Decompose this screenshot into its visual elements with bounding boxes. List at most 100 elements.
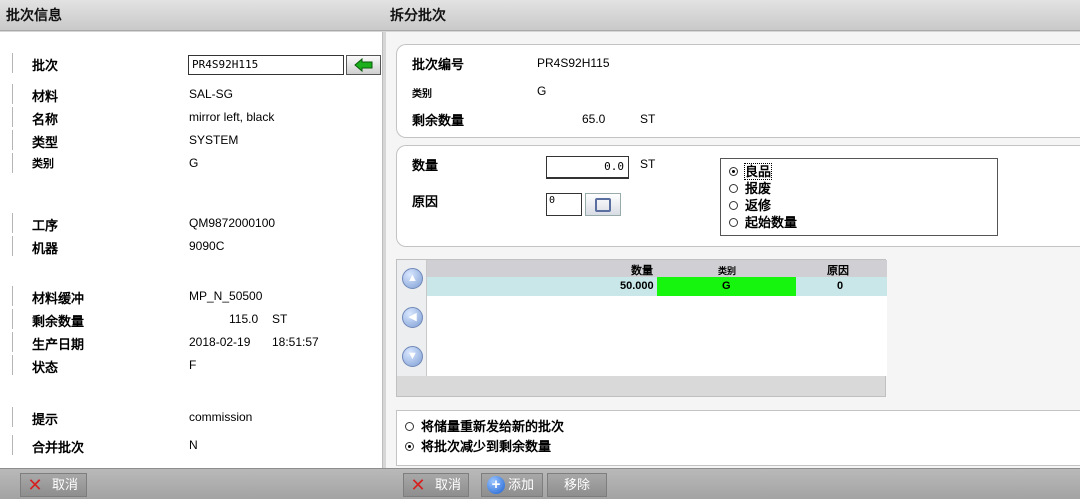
info-row: 类型 SYSTEM	[0, 130, 383, 150]
status-radio-group: 良品 报废返修起始数量	[720, 158, 998, 236]
info-unit: ST	[272, 312, 288, 326]
reason-label: 原因	[412, 194, 439, 209]
cancel-button[interactable]: ✕ 取消	[403, 473, 469, 497]
mode-option[interactable]: 将批次减少到剩余数量	[405, 437, 564, 457]
info-value: 9090C	[189, 239, 225, 253]
radio-icon	[405, 422, 414, 431]
info-value: SAL-SG	[189, 87, 234, 101]
grid-header-reason[interactable]: 原因	[827, 262, 849, 278]
status-option-label: 报废	[745, 181, 772, 196]
split-batch-panel: 批次编号 PR4S92H115 类别 G 剩余数量 65.0 ST 数量 0.0…	[386, 32, 1080, 468]
radio-icon	[729, 184, 738, 193]
info-label: 合并批次	[32, 440, 85, 455]
status-option[interactable]: 起始数量	[729, 214, 997, 231]
radio-icon	[405, 442, 414, 451]
row-marker	[12, 236, 13, 256]
info-row: 提示 commission	[0, 407, 383, 427]
status-option[interactable]: 返修	[729, 197, 997, 214]
remaining-unit: ST	[640, 112, 656, 126]
info-value: N	[189, 438, 198, 452]
info-value: QM9872000100	[189, 216, 276, 230]
batch-info-panel: 批次 PR4S92H115 材料 SAL-SG 名称 mirror left, bla…	[0, 32, 383, 468]
remove-label: 移除	[564, 477, 591, 492]
info-label: 工序	[32, 218, 59, 233]
info-value: mirror left, black	[189, 110, 275, 124]
grid-header-category[interactable]: 类别	[718, 264, 736, 277]
info-value: G	[189, 156, 199, 170]
table-row[interactable]: 50.000 G 0	[427, 277, 887, 296]
row-reason: 0	[837, 280, 844, 292]
info-label: 名称	[32, 112, 59, 127]
status-option-label: 良品	[743, 163, 773, 180]
batch-summary-box: 批次编号 PR4S92H115 类别 G 剩余数量 65.0 ST	[396, 44, 1080, 138]
add-label: 添加	[508, 477, 535, 492]
qty-unit: ST	[640, 157, 656, 171]
reason-picker-button[interactable]	[585, 193, 621, 216]
status-option-label: 返修	[745, 198, 772, 213]
info-row: 状态 F	[0, 355, 383, 375]
batch-info-header: 批次信息	[0, 0, 385, 31]
status-option-label: 起始数量	[745, 215, 798, 230]
green-arrow-icon	[354, 57, 373, 73]
grid-nav: ▲ ◀ ▼	[397, 260, 427, 376]
row-marker	[12, 286, 13, 306]
right-footer: ✕ 取消 + 添加 移除	[385, 468, 1080, 499]
close-icon: ✕	[27, 475, 43, 495]
batch-no-label: 批次编号	[412, 57, 465, 72]
info-row: 名称 mirror left, black	[0, 107, 383, 127]
batch-input[interactable]: PR4S92H115	[188, 55, 344, 75]
go-button[interactable]	[346, 55, 381, 75]
mode-option-label: 将批次减少到剩余数量	[421, 439, 552, 454]
split-input-box: 数量 0.0 ST 原因 0 良品 报废 返修 起始数量	[396, 145, 1080, 247]
info-value: MP_N_50500	[189, 289, 263, 303]
info-label: 提示	[32, 412, 59, 427]
cancel-button-left[interactable]: ✕ 取消	[20, 473, 87, 497]
info-value: commission	[189, 410, 253, 424]
mode-option-label: 将储量重新发给新的批次	[421, 419, 565, 434]
row-marker	[12, 84, 13, 104]
row-marker	[12, 355, 13, 375]
scroll-down-icon[interactable]: ▼	[402, 346, 423, 367]
row-marker	[12, 407, 13, 427]
info-value: 2018-02-19	[189, 335, 251, 349]
info-label: 生产日期	[32, 337, 85, 352]
status-option[interactable]: 良品	[729, 163, 997, 180]
grid-body: 数量 类别 原因 50.000 G 0	[427, 260, 887, 376]
info-value: F	[189, 358, 197, 372]
grid-header-qty[interactable]: 数量	[631, 262, 653, 278]
remove-button[interactable]: 移除	[547, 473, 607, 497]
remaining-label: 剩余数量	[412, 113, 465, 128]
split-batch-header: 拆分批次	[385, 0, 1080, 31]
info-row: 工序 QM9872000100	[0, 213, 383, 233]
cancel-label: 取消	[52, 477, 79, 492]
row-qty: 50.000	[620, 280, 654, 292]
info-value: 115.0	[229, 312, 259, 326]
row-marker	[12, 153, 13, 173]
info-label: 类型	[32, 135, 59, 150]
row-marker	[12, 107, 13, 127]
qty-input[interactable]: 0.0	[546, 156, 629, 179]
scroll-up-icon[interactable]: ▲	[402, 268, 423, 289]
row-marker	[12, 53, 13, 73]
remaining-value: 65.0	[582, 112, 606, 126]
category-value: G	[537, 84, 547, 98]
batch-no-value: PR4S92H115	[537, 56, 610, 70]
info-label: 状态	[32, 360, 59, 375]
mode-option[interactable]: 将储量重新发给新的批次	[405, 417, 564, 437]
info-row: 材料缓冲 MP_N_50500	[0, 286, 383, 306]
status-option[interactable]: 报废	[729, 180, 997, 197]
row-marker	[12, 130, 13, 150]
mode-radio-group: 将储量重新发给新的批次 将批次减少到剩余数量	[405, 417, 564, 457]
radio-icon	[729, 218, 738, 227]
row-marker	[12, 213, 13, 233]
info-row: 材料 SAL-SG	[0, 84, 383, 104]
rewind-icon[interactable]: ◀	[402, 307, 423, 328]
split-grid: ▲ ◀ ▼ 数量 类别 原因 50.000 G 0	[396, 259, 887, 397]
reason-input[interactable]: 0	[546, 193, 582, 216]
batch-label: 批次	[32, 58, 59, 73]
add-button[interactable]: + 添加	[481, 473, 543, 497]
info-label: 类别	[32, 158, 54, 170]
info-value: SYSTEM	[189, 133, 239, 147]
window-icon	[595, 198, 611, 212]
radio-icon	[729, 167, 738, 176]
